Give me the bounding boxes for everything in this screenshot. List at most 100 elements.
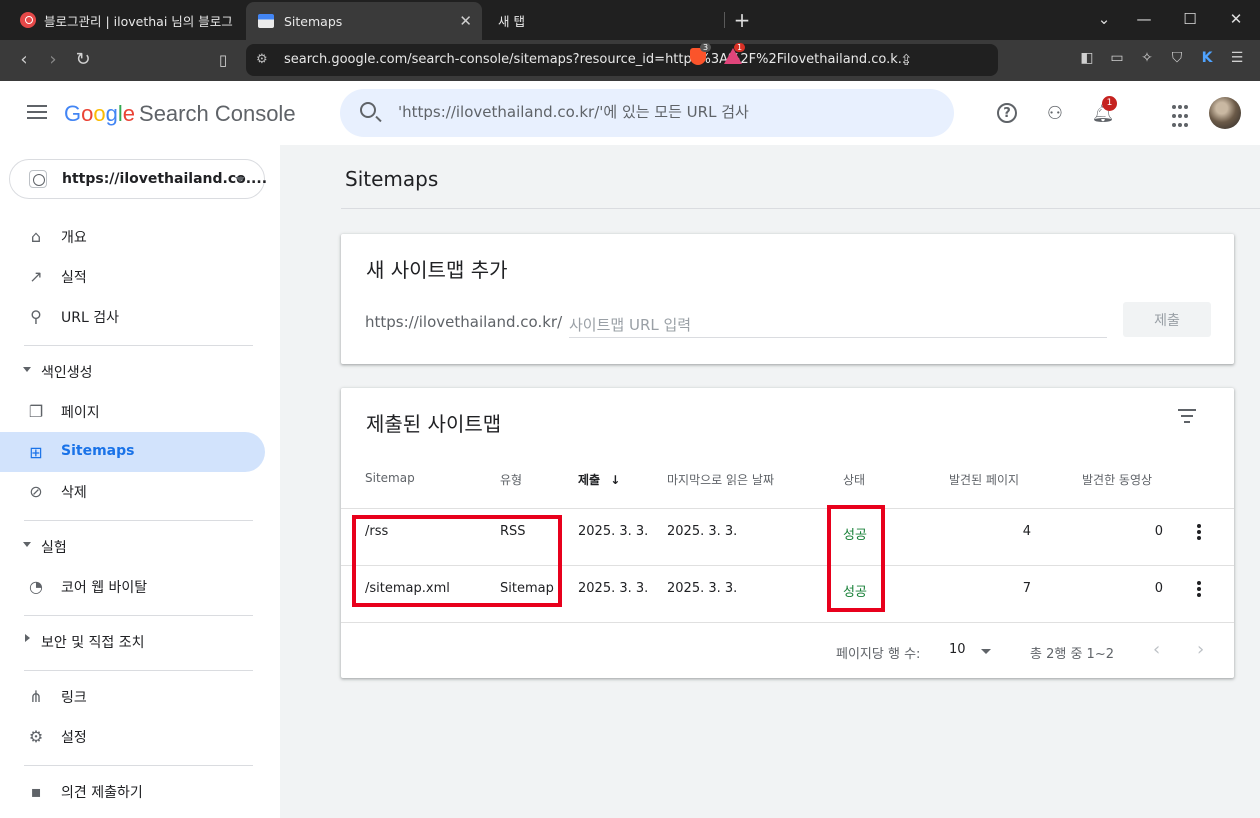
- logo-letter: G: [64, 101, 82, 126]
- section-indexing[interactable]: 색인생성: [0, 353, 265, 389]
- submitted-cell: 2025. 3. 3.: [578, 581, 649, 596]
- sitemap-icon: ⊞: [29, 442, 43, 462]
- last-read-cell: 2025. 3. 3.: [667, 524, 738, 539]
- rows-per-page-select[interactable]: 10: [949, 642, 966, 657]
- submit-sitemap-button[interactable]: 제출: [1123, 302, 1211, 337]
- sitemap-url-input[interactable]: [569, 312, 1107, 338]
- help-icon[interactable]: ?: [997, 103, 1017, 123]
- sidebar-item-label: 의견 제출하기: [61, 785, 143, 801]
- type-cell: Sitemap: [500, 581, 554, 596]
- back-icon[interactable]: ‹: [14, 49, 34, 70]
- speedometer-icon: ◔: [29, 576, 43, 596]
- card-title: 새 사이트맵 추가: [366, 258, 508, 282]
- sitemap-url-prefix: https://ilovethailand.co.kr/: [365, 313, 563, 331]
- sidebar-item-label: 설정: [61, 730, 87, 746]
- url-text[interactable]: search.google.com/search-console/sitemap…: [284, 52, 910, 67]
- browser-toolbar: ‹ › ↻ ▯ ⚙ search.google.com/search-conso…: [0, 40, 1260, 81]
- card-title: 제출된 사이트맵: [366, 412, 502, 436]
- divider: [24, 520, 253, 521]
- sidebar-item-performance[interactable]: ↗ 실적: [0, 256, 265, 296]
- filter-icon[interactable]: [1178, 409, 1196, 423]
- tab-new[interactable]: 새 탭: [486, 0, 722, 40]
- links-tree-icon: ⋔: [29, 686, 43, 706]
- sidebar-item-removals[interactable]: ⊘ 삭제: [0, 471, 265, 511]
- sidebar-item-url-inspection[interactable]: ⚲ URL 검사: [0, 296, 265, 336]
- reload-icon[interactable]: ↻: [73, 49, 93, 70]
- brave-rewards-badge: 1: [734, 43, 746, 52]
- new-tab-icon[interactable]: +: [732, 8, 752, 32]
- tab-sitemaps[interactable]: Sitemaps ✕: [246, 2, 482, 40]
- account-avatar[interactable]: [1209, 97, 1241, 129]
- search-console-logo[interactable]: Google Search Console: [64, 101, 296, 127]
- vpn-shield-icon[interactable]: ⛉: [1168, 50, 1186, 66]
- url-inspection-search[interactable]: [340, 89, 954, 137]
- section-experience[interactable]: 실험: [0, 528, 265, 564]
- dropdown-caret-icon[interactable]: [981, 649, 991, 654]
- google-apps-icon[interactable]: [1168, 104, 1192, 128]
- property-selector[interactable]: https://ilovethailand.co....: [9, 159, 267, 199]
- more-vert-icon[interactable]: [1197, 581, 1201, 599]
- column-header[interactable]: 발견한 동영상: [1082, 471, 1152, 488]
- sidebar-item-label: 페이지: [61, 405, 100, 421]
- sidebar-item-feedback[interactable]: ▪ 의견 제출하기: [0, 771, 265, 811]
- forward-icon[interactable]: ›: [43, 49, 63, 70]
- site-info-icon[interactable]: ⚙: [256, 52, 268, 67]
- videos-cell: 0: [1154, 524, 1163, 539]
- tab-search-chevron-icon[interactable]: ⌄: [1094, 10, 1114, 28]
- sidebar-item-label: 코어 웹 바이탈: [61, 580, 148, 596]
- product-name: Search Console: [139, 101, 296, 126]
- column-header-sorted[interactable]: 제출 ↓: [578, 471, 620, 488]
- column-header-label: 제출: [578, 473, 601, 487]
- menu-icon[interactable]: ☰: [1228, 50, 1246, 66]
- column-header[interactable]: 상태: [843, 471, 865, 488]
- user-settings-icon[interactable]: ⚇: [1043, 101, 1067, 125]
- last-read-cell: 2025. 3. 3.: [667, 581, 738, 596]
- submitted-sitemaps-card: 제출된 사이트맵 Sitemap 유형 제출 ↓ 마지막으로 읽은 날짜 상태 …: [341, 388, 1234, 678]
- share-icon[interactable]: ⇪: [900, 51, 913, 69]
- sidebar-item-links[interactable]: ⋔ 링크: [0, 676, 265, 716]
- main-content: Sitemaps 새 사이트맵 추가 https://ilovethailand…: [280, 145, 1260, 818]
- feedback-icon: ▪: [30, 781, 42, 801]
- column-header[interactable]: 유형: [500, 471, 522, 488]
- collapse-caret-icon: [23, 542, 31, 547]
- address-bar[interactable]: ⚙ search.google.com/search-console/sitem…: [246, 44, 998, 76]
- sidebar-item-label: 삭제: [61, 485, 87, 501]
- sidebar-item-pages[interactable]: ❐ 페이지: [0, 391, 265, 431]
- maximize-icon[interactable]: ☐: [1180, 10, 1200, 28]
- sort-arrow-down-icon: ↓: [610, 473, 621, 487]
- sidebar-item-sitemaps[interactable]: ⊞ Sitemaps: [0, 432, 265, 472]
- wallet-icon[interactable]: ▭: [1108, 50, 1126, 66]
- section-security[interactable]: 보안 및 직접 조치: [0, 623, 265, 659]
- leo-ai-icon[interactable]: ✧: [1138, 50, 1156, 66]
- rows-per-page-label: 페이지당 행 수:: [836, 647, 921, 662]
- sidebar-item-core-web-vitals[interactable]: ◔ 코어 웹 바이탈: [0, 566, 265, 606]
- divider: [24, 765, 253, 766]
- previous-page-icon[interactable]: ‹: [1153, 639, 1160, 660]
- search-icon: [360, 102, 376, 118]
- pages-cell: 7: [1022, 581, 1031, 596]
- url-inspection-input[interactable]: [398, 103, 938, 121]
- hamburger-menu-icon[interactable]: [27, 105, 47, 119]
- brave-shields-badge: 3: [700, 43, 712, 52]
- column-header[interactable]: 마지막으로 읽은 날짜: [667, 471, 774, 488]
- browser-tab-bar: 블로그관리 | ilovethai 님의 블로그 Sitemaps ✕ 새 탭 …: [0, 0, 1260, 40]
- next-page-icon[interactable]: ›: [1197, 639, 1204, 660]
- sidebar-item-settings[interactable]: ⚙ 설정: [0, 716, 265, 756]
- sidebar-item-overview[interactable]: ⌂ 개요: [0, 216, 265, 256]
- tab-label: 블로그관리 | ilovethai 님의 블로그: [44, 13, 233, 29]
- bookmark-icon[interactable]: ▯: [213, 51, 233, 69]
- minimize-icon[interactable]: —: [1134, 10, 1154, 28]
- expand-caret-icon: [25, 634, 30, 642]
- more-vert-icon[interactable]: [1197, 524, 1201, 542]
- status-cell: 성공: [843, 528, 867, 543]
- column-header[interactable]: 발견된 페이지: [949, 471, 1019, 488]
- sidebar-toggle-icon[interactable]: ◧: [1078, 50, 1096, 66]
- column-header[interactable]: Sitemap: [365, 471, 415, 485]
- tab-blog-admin[interactable]: 블로그관리 | ilovethai 님의 블로그: [6, 0, 246, 40]
- extension-k-icon[interactable]: K: [1198, 50, 1216, 66]
- collapse-caret-icon: [23, 367, 31, 372]
- sitemap-cell: /rss: [365, 524, 389, 539]
- close-window-icon[interactable]: ✕: [1226, 10, 1246, 28]
- pages-cell: 4: [1022, 524, 1031, 539]
- close-tab-icon[interactable]: ✕: [459, 12, 472, 30]
